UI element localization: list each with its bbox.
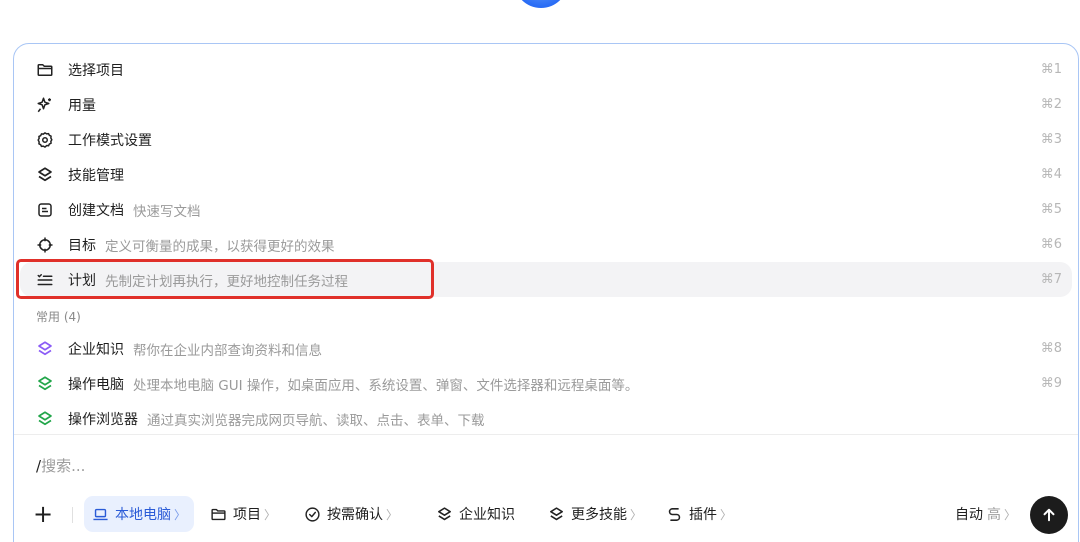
menu-item-label: 工作模式设置: [68, 132, 152, 149]
divider: [72, 507, 73, 523]
plugin-icon: [666, 506, 683, 523]
enterprise-knowledge-button[interactable]: 企业知识: [436, 496, 515, 532]
menu-item-enterprise-knowledge[interactable]: 企业知识 帮你在企业内部查询资料和信息 ⌘8: [14, 331, 1078, 366]
layers-icon: [548, 506, 565, 523]
layers-icon: [36, 375, 54, 393]
menu-item-label: 技能管理: [68, 167, 124, 184]
effort-level-label: 高: [986, 507, 1001, 523]
chevron-right-icon: 〉: [264, 507, 277, 522]
search-bar[interactable]: /: [36, 457, 442, 475]
folder-icon: [210, 506, 227, 523]
menu-item-usage[interactable]: 用量 ⌘2: [14, 87, 1078, 122]
menu-item-label: 用量: [68, 97, 96, 114]
menu-item-description: 定义可衡量的成果，以获得更好的效果: [105, 238, 335, 255]
menu-item-label: 目标: [68, 237, 96, 254]
input-toolbar: + 本地电脑 〉 项目 〉 按需确认 〉 企业知识 更多技能 〉 插件 〉 自动…: [14, 496, 1078, 536]
search-input[interactable]: [41, 457, 442, 475]
check-circle-icon: [304, 506, 321, 523]
shortcut-hint: ⌘4: [1040, 167, 1062, 182]
menu-item-goal[interactable]: 目标 定义可衡量的成果，以获得更好的效果 ⌘6: [14, 227, 1078, 262]
chevron-right-icon: 〉: [174, 507, 187, 522]
project-button[interactable]: 项目 〉: [210, 496, 276, 532]
shortcut-hint: ⌘8: [1040, 341, 1062, 356]
menu-item-skill-management[interactable]: 技能管理 ⌘4: [14, 157, 1078, 192]
section-header-frequent: 常用 (4): [36, 310, 81, 324]
crosshair-icon: [36, 236, 54, 254]
menu-item-select-project[interactable]: 选择项目 ⌘1: [14, 52, 1078, 87]
menu-item-label: 创建文档: [68, 202, 124, 219]
more-skills-label: 更多技能: [571, 507, 627, 523]
folder-icon: [36, 61, 54, 79]
layers-icon: [36, 166, 54, 184]
local-computer-label: 本地电脑: [115, 507, 171, 523]
menu-item-description: 先制定计划再执行，更好地控制任务过程: [105, 273, 348, 290]
divider: [14, 434, 1078, 435]
shortcut-hint: ⌘6: [1040, 237, 1062, 252]
enterprise-knowledge-label: 企业知识: [459, 507, 515, 523]
layers-icon: [36, 410, 54, 428]
menu-item-plan[interactable]: 计划 先制定计划再执行，更好地控制任务过程 ⌘7: [20, 262, 1072, 297]
shortcut-hint: ⌘5: [1040, 202, 1062, 217]
menu-item-description: 快速写文档: [133, 203, 201, 220]
auto-mode-label: 自动: [954, 507, 983, 523]
menu-item-label: 操作浏览器: [68, 411, 138, 428]
more-skills-button[interactable]: 更多技能 〉: [548, 496, 642, 532]
confirm-mode-label: 按需确认: [327, 507, 383, 523]
shortcut-hint: ⌘3: [1040, 132, 1062, 147]
chevron-right-icon: 〉: [1003, 507, 1016, 522]
menu-item-operate-browser[interactable]: 操作浏览器 通过真实浏览器完成网页导航、读取、点击、表单、下载: [14, 401, 1078, 432]
gear-icon: [36, 131, 54, 149]
menu-item-label: 选择项目: [68, 62, 124, 79]
menu-item-operate-computer[interactable]: 操作电脑 处理本地电脑 GUI 操作，如桌面应用、系统设置、弹窗、文件选择器和远…: [14, 366, 1078, 401]
project-label: 项目: [233, 507, 261, 523]
command-palette: 选择项目 ⌘1 用量 ⌘2 工作模式设置 ⌘3 技能管理 ⌘4 创建文档 快速写…: [13, 43, 1079, 542]
local-computer-button[interactable]: 本地电脑 〉: [84, 496, 195, 532]
confirm-mode-button[interactable]: 按需确认 〉: [304, 496, 398, 532]
shortcut-hint: ⌘2: [1040, 97, 1062, 112]
chevron-right-icon: 〉: [386, 507, 399, 522]
menu-item-description: 处理本地电脑 GUI 操作，如桌面应用、系统设置、弹窗、文件选择器和远程桌面等。: [133, 377, 639, 394]
menu-item-label: 企业知识: [68, 341, 124, 358]
arrow-up-icon: [1043, 508, 1055, 522]
shortcut-hint: ⌘7: [1040, 272, 1062, 287]
add-button[interactable]: +: [33, 496, 53, 532]
plugins-label: 插件: [689, 507, 717, 523]
document-icon: [36, 201, 54, 219]
plugins-button[interactable]: 插件 〉: [666, 496, 732, 532]
laptop-icon: [92, 506, 109, 523]
chevron-right-icon: 〉: [720, 507, 733, 522]
menu-item-create-document[interactable]: 创建文档 快速写文档 ⌘5: [14, 192, 1078, 227]
layers-icon: [436, 506, 453, 523]
assistant-orb: [514, 0, 568, 8]
menu-item-description: 帮你在企业内部查询资料和信息: [133, 342, 322, 359]
shortcut-hint: ⌘1: [1040, 62, 1062, 77]
layers-icon: [36, 340, 54, 358]
menu-item-label: 操作电脑: [68, 376, 124, 393]
sparkle-icon: [36, 96, 54, 114]
auto-mode-selector[interactable]: 自动 高 〉: [955, 496, 1016, 532]
menu-item-description: 通过真实浏览器完成网页导航、读取、点击、表单、下载: [147, 412, 485, 429]
menu-item-label: 计划: [68, 272, 96, 289]
command-menu: 选择项目 ⌘1 用量 ⌘2 工作模式设置 ⌘3 技能管理 ⌘4 创建文档 快速写…: [14, 52, 1078, 432]
shortcut-hint: ⌘9: [1040, 376, 1062, 391]
chevron-right-icon: 〉: [630, 507, 643, 522]
menu-item-work-mode-settings[interactable]: 工作模式设置 ⌘3: [14, 122, 1078, 157]
send-button[interactable]: [1030, 496, 1068, 534]
checklist-icon: [36, 271, 54, 289]
